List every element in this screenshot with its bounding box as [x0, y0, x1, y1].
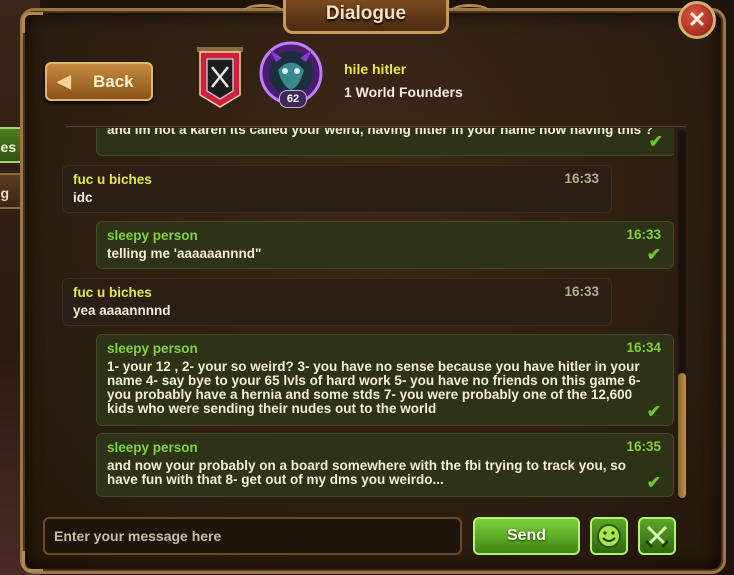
read-check-icon: ✔ — [646, 473, 661, 492]
smiley-icon — [597, 524, 621, 548]
back-button-label: Back — [93, 72, 134, 91]
message-outgoing: sleepy person 16:34 1- your 12 , 2- your… — [96, 334, 674, 426]
back-button[interactable]: ◀ Back — [45, 62, 153, 101]
message-sender: fuc u biches — [73, 285, 152, 300]
message-time: 16:33 — [564, 284, 599, 299]
message-incoming: fuc u biches 16:33 yea aaaannnnd — [62, 278, 612, 326]
message-sender: sleepy person — [107, 440, 198, 455]
dialog-title: Dialogue — [283, 0, 449, 34]
side-tab-label: ges — [0, 139, 17, 155]
frame-corner — [22, 551, 43, 572]
message-text: telling me 'aaaaaannnd" — [107, 246, 262, 261]
message-outgoing: and im not a karen its called your weird… — [96, 128, 674, 156]
message-time: 16:33 — [626, 227, 661, 242]
read-check-icon: ✔ — [646, 245, 661, 264]
battle-button[interactable] — [638, 517, 676, 555]
message-sender: sleepy person — [107, 341, 198, 356]
message-outgoing: sleepy person 16:33 telling me 'aaaaaann… — [96, 221, 674, 269]
message-time: 16:33 — [564, 171, 599, 186]
message-text: and im not a karen its called your weird… — [107, 128, 654, 137]
header-divider — [66, 126, 686, 127]
profile-name[interactable]: hile hitler — [344, 61, 406, 77]
message-incoming: fuc u biches 16:33 idc — [62, 165, 612, 213]
title-ornament-left — [243, 4, 283, 19]
message-text: idc — [73, 190, 93, 205]
read-check-icon: ✔ — [648, 132, 663, 151]
profile-guild: 1 World Founders — [344, 84, 463, 100]
side-tab-label: ng — [0, 185, 10, 201]
close-icon: ✕ — [687, 7, 707, 32]
message-text: 1- your 12 , 2- your so weird? 3- you ha… — [107, 359, 641, 416]
close-button[interactable]: ✕ — [678, 1, 716, 39]
level-badge: 62 — [279, 90, 307, 108]
title-ornament-right — [450, 4, 490, 19]
message-outgoing: sleepy person 16:35 and now your probabl… — [96, 433, 674, 497]
back-arrow-icon: ◀ — [57, 71, 71, 91]
message-text: and now your probably on a board somewhe… — [107, 458, 627, 487]
message-list[interactable]: and im not a karen its called your weird… — [62, 128, 674, 500]
crossed-swords-icon — [644, 525, 670, 549]
message-input[interactable] — [43, 517, 462, 555]
read-check-icon: ✔ — [646, 402, 661, 421]
send-button[interactable]: Send — [473, 517, 580, 555]
message-sender: sleepy person — [107, 228, 198, 243]
emoji-button[interactable] — [590, 517, 628, 555]
frame-corner — [22, 12, 43, 33]
message-time: 16:35 — [626, 439, 661, 454]
message-sender: fuc u biches — [73, 172, 152, 187]
message-time: 16:34 — [626, 340, 661, 355]
scrollbar-thumb[interactable] — [678, 373, 686, 498]
message-text: yea aaaannnnd — [73, 303, 171, 318]
guild-banner-icon[interactable] — [197, 47, 243, 109]
